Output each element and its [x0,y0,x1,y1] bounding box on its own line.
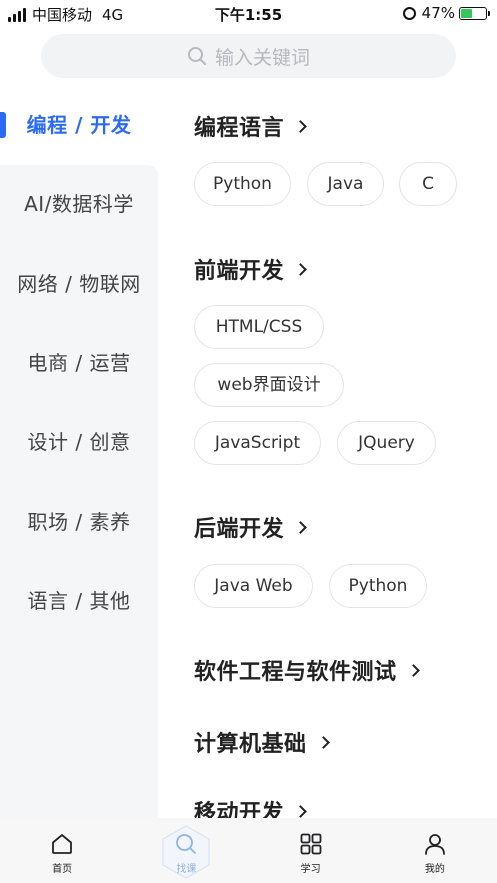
battery-percent: 47% [421,4,455,22]
sidebar-item-language[interactable]: 语言 / 其他 [0,581,158,621]
section-frontend: 前端开发 [194,253,307,285]
nav-profile[interactable]: 我的 [373,818,497,883]
status-right: 47% [402,4,490,22]
grid-icon [300,833,322,855]
section-backend: 后端开发 [194,511,307,543]
sidebar-item-career[interactable]: 职场 / 素养 [0,502,158,542]
tag-html-css[interactable]: HTML/CSS [194,305,324,349]
section-title[interactable]: 前端开发 [194,253,307,285]
chevron-right-icon [316,736,330,749]
home-icon [52,834,73,854]
section-title[interactable]: 编程语言 [194,110,307,142]
battery-icon [459,6,490,20]
search-icon [187,47,206,65]
sidebar-item-ecommerce[interactable]: 电商 / 运营 [0,343,158,383]
chevron-right-icon [294,805,307,818]
nav-study[interactable]: 学习 [249,818,373,883]
nav-label: 学习 [300,864,321,875]
nav-find-course[interactable]: 找课 [124,818,248,883]
chevron-right-icon [294,120,307,133]
chevron-right-icon [406,664,420,677]
bottom-nav: 首页 找课 学习 我的 [0,818,497,883]
sidebar-item-design[interactable]: 设计 / 创意 [0,422,158,462]
nav-home[interactable]: 首页 [0,818,124,883]
tag-web-ui-design[interactable]: web界面设计 [194,363,344,407]
battery-level [461,8,473,18]
tag-java[interactable]: Java [307,162,384,206]
tag-python[interactable]: Python [194,162,291,206]
nav-label: 首页 [52,864,73,875]
section-programming-languages: 编程语言 [194,110,307,142]
search-icon [176,834,197,854]
section-title[interactable]: 移动开发 [194,795,307,818]
search-placeholder: 输入关键词 [214,46,310,69]
chevron-right-icon [294,521,307,534]
user-icon [424,834,445,855]
alarm-icon [402,6,416,20]
sidebar-background [0,165,158,818]
section-title[interactable]: 后端开发 [194,511,307,543]
section-software-engineering: 软件工程与软件测试 [194,654,420,686]
nav-label: 找课 [176,864,197,875]
tag-python-backend[interactable]: Python [329,564,427,608]
sidebar-item-network-iot[interactable]: 网络 / 物联网 [0,264,158,304]
sidebar-item-programming[interactable]: 编程 / 开发 [0,105,158,145]
section-title[interactable]: 软件工程与软件测试 [194,654,420,686]
tag-java-web[interactable]: Java Web [194,564,313,608]
section-computer-basics: 计算机基础 [194,726,330,758]
tag-c[interactable]: C [399,162,457,206]
nav-label: 我的 [424,864,445,875]
sidebar-item-ai-data[interactable]: AI/数据科学 [0,184,158,224]
chevron-right-icon [294,263,307,276]
section-mobile-dev: 移动开发 [194,795,307,818]
subcategory-panel: 编程语言 Python Java C 前端开发 HTML/CSS web界面设计… [160,86,497,818]
status-bar: 中国移动 4G 下午1:55 47% [0,0,497,28]
search-input[interactable]: 输入关键词 [41,34,456,78]
tag-jquery[interactable]: JQuery [337,421,436,465]
section-title[interactable]: 计算机基础 [194,726,330,758]
tag-javascript[interactable]: JavaScript [194,421,321,465]
